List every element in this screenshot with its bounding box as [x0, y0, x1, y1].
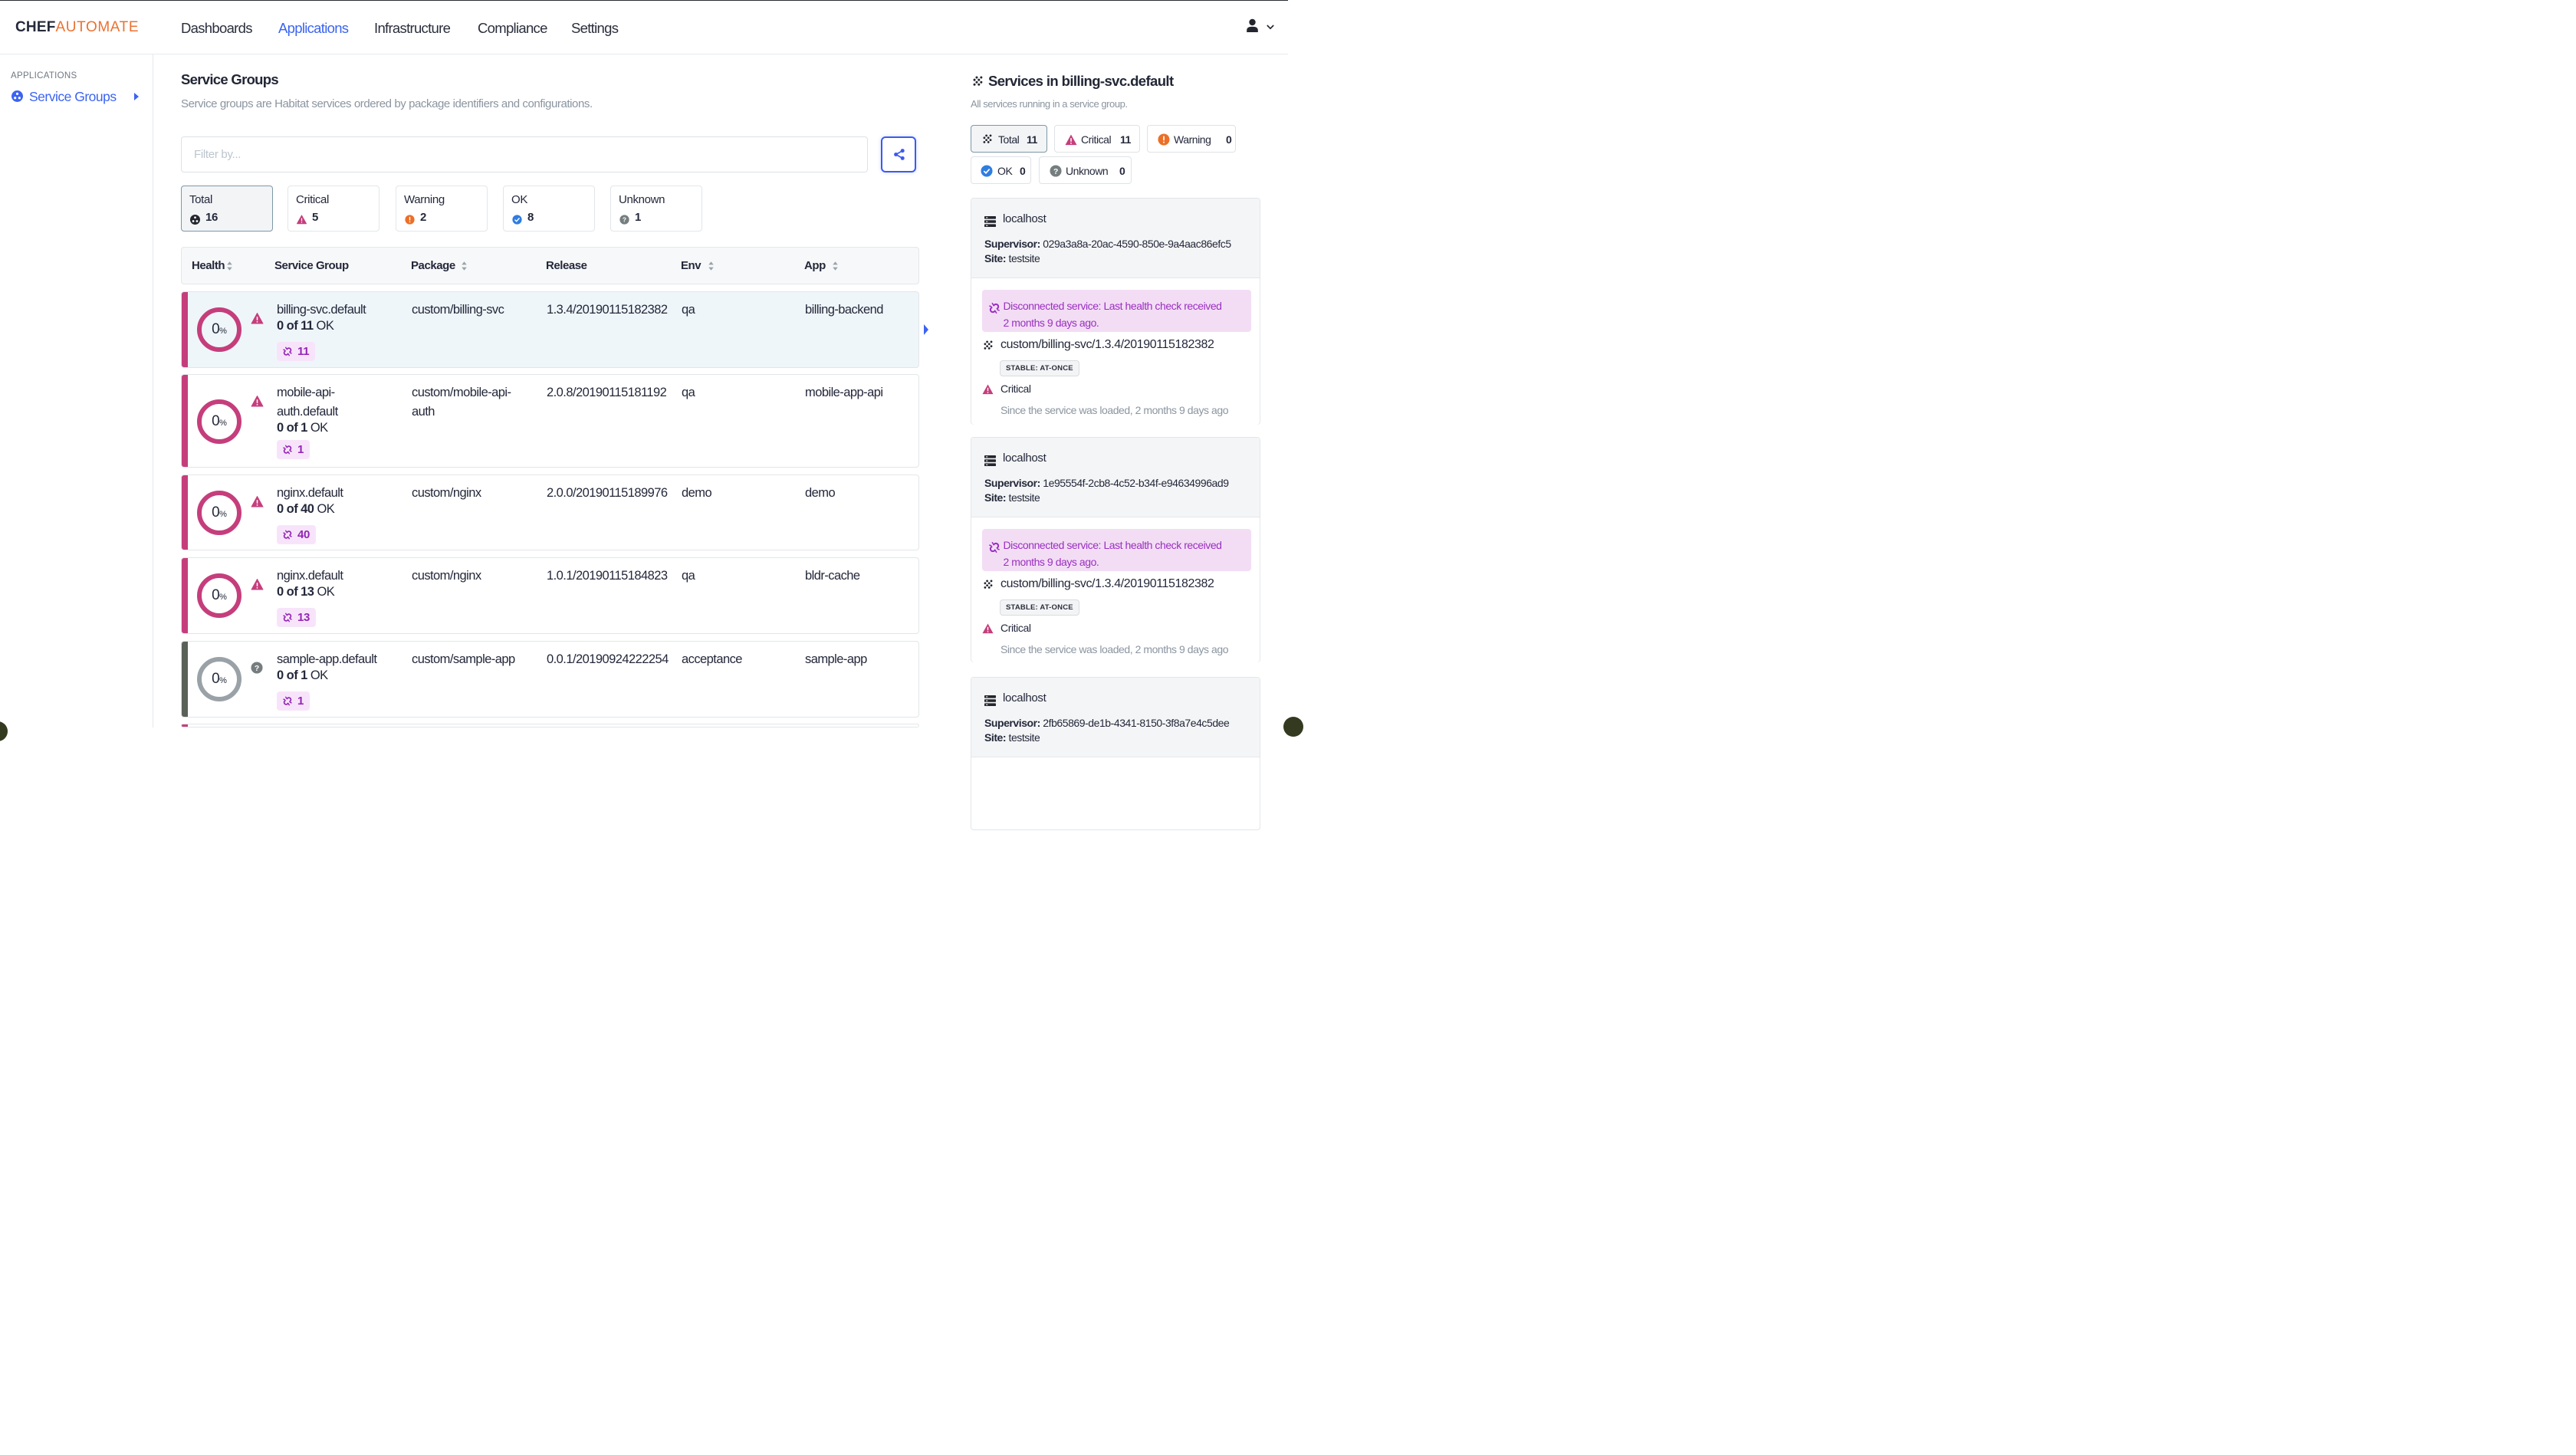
svg-text:?: ?	[623, 216, 626, 224]
svg-text:?: ?	[1053, 168, 1058, 176]
svg-text:?: ?	[255, 665, 259, 673]
